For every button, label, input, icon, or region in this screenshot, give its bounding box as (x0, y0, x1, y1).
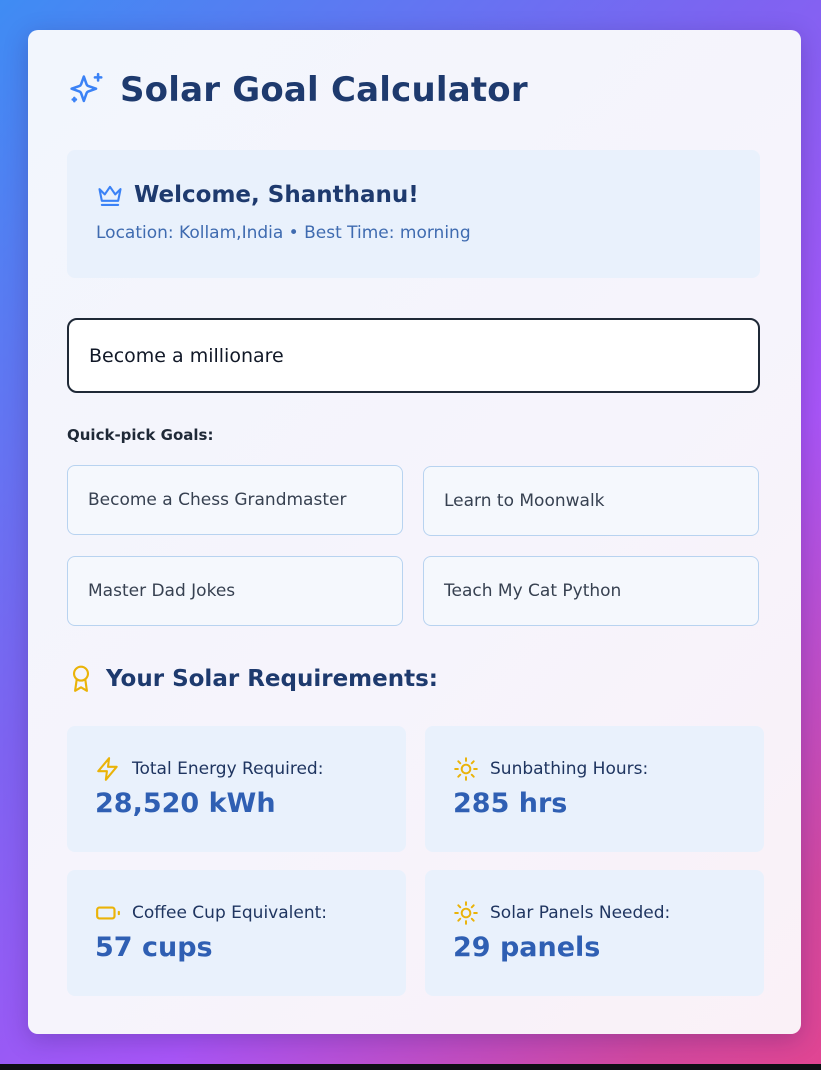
welcome-greeting: Welcome, Shanthanu! (134, 182, 419, 208)
sun-icon (454, 901, 478, 925)
requirements-heading: Your Solar Requirements: (68, 664, 438, 694)
quick-pick-label: Quick-pick Goals: (67, 426, 214, 444)
stat-value: 57 cups (95, 932, 213, 963)
stat-total-energy: Total Energy Required: 28,520 kWh (67, 726, 406, 852)
welcome-heading: Welcome, Shanthanu! (96, 181, 731, 209)
page-header: Solar Goal Calculator (68, 70, 528, 110)
stat-value: 29 panels (453, 932, 601, 963)
stat-label: Coffee Cup Equivalent: (132, 903, 328, 923)
stat-solar-panels: Solar Panels Needed: 29 panels (425, 870, 764, 996)
sparkles-icon (70, 72, 103, 103)
sun-icon (454, 757, 478, 781)
page-title: Solar Goal Calculator (120, 70, 528, 110)
zap-icon (97, 757, 118, 781)
stat-value: 28,520 kWh (95, 788, 276, 819)
battery-icon (96, 906, 120, 920)
stat-label: Total Energy Required: (132, 759, 324, 779)
crown-icon (98, 185, 122, 206)
award-icon (72, 665, 90, 692)
welcome-subtitle: Location: Kollam,India • Best Time: morn… (96, 223, 471, 243)
calculator-card: Solar Goal Calculator Welcome, Shanthanu… (28, 30, 801, 1034)
stat-coffee-cups: Coffee Cup Equivalent: 57 cups (67, 870, 406, 996)
welcome-panel: Welcome, Shanthanu! Location: Kollam,Ind… (67, 150, 760, 278)
stat-sunbathing-hours: Sunbathing Hours: 285 hrs (425, 726, 764, 852)
stat-label: Sunbathing Hours: (490, 759, 649, 779)
quick-pick-dad-jokes[interactable]: Master Dad Jokes (67, 556, 403, 626)
quick-pick-cat-python[interactable]: Teach My Cat Python (423, 556, 759, 626)
stat-value: 285 hrs (453, 788, 568, 819)
goal-input[interactable] (67, 318, 760, 393)
quick-pick-chess-grandmaster[interactable]: Become a Chess Grandmaster (67, 465, 403, 535)
requirements-title: Your Solar Requirements: (106, 666, 438, 692)
stat-label: Solar Panels Needed: (490, 903, 671, 923)
bottom-edge (0, 1064, 821, 1070)
quick-pick-moonwalk[interactable]: Learn to Moonwalk (423, 466, 759, 536)
